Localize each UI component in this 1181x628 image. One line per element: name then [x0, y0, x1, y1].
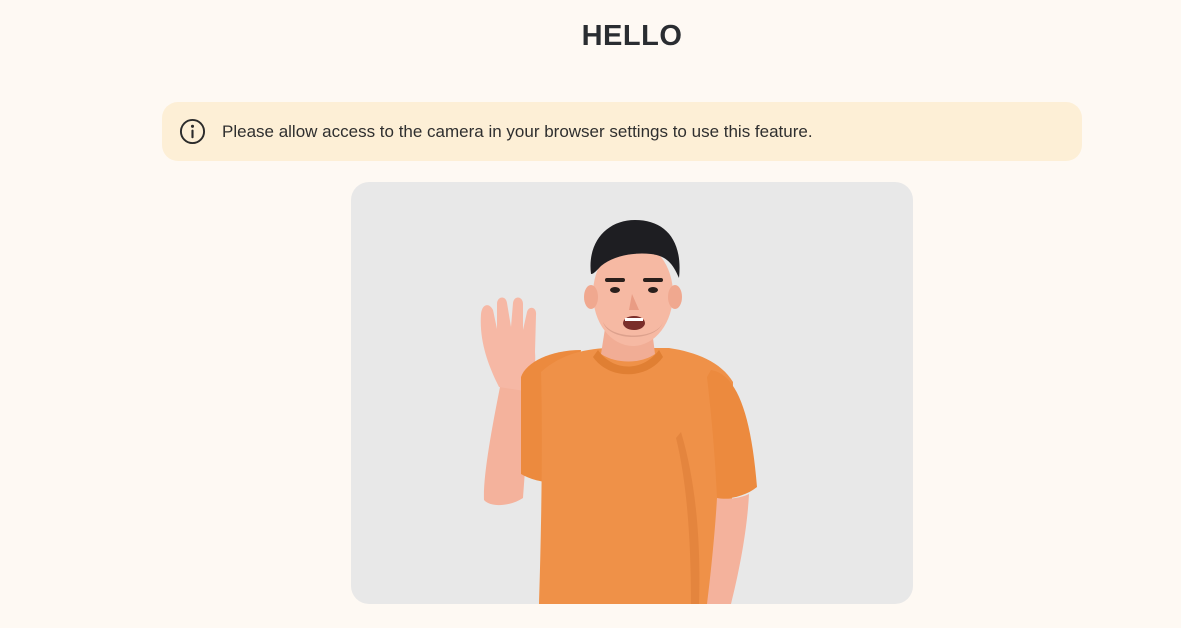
- sign-video-player[interactable]: [351, 182, 913, 604]
- camera-permission-notice: Please allow access to the camera in you…: [162, 102, 1082, 161]
- notice-message: Please allow access to the camera in you…: [222, 121, 813, 141]
- page-title: HELLO: [581, 20, 683, 52]
- video-frame-person-waving: [480, 220, 757, 604]
- info-icon: [179, 118, 206, 145]
